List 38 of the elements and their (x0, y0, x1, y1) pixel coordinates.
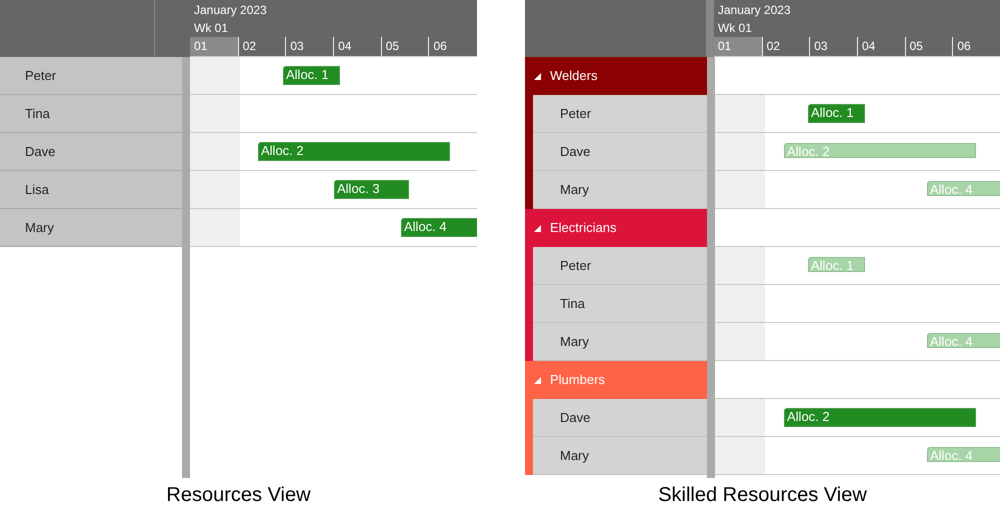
group-row[interactable]: Electricians (525, 209, 707, 247)
expanded-triangle-icon[interactable] (534, 224, 541, 232)
allocation-bar[interactable]: Alloc. 2 (258, 142, 450, 161)
day-label: 05 (380, 37, 428, 56)
group-name: Welders (550, 67, 598, 86)
group-name: Plumbers (550, 371, 605, 390)
resource-row[interactable]: Mary (533, 437, 707, 475)
resource-row[interactable]: Mary (533, 323, 707, 361)
allocation-bar[interactable]: Alloc. 1 (808, 104, 865, 123)
day-label: 02 (238, 37, 286, 56)
resource-row[interactable]: Dave (0, 133, 182, 171)
resource-row[interactable]: Peter (0, 57, 182, 95)
allocation-bar[interactable]: Alloc. 2 (784, 408, 976, 427)
allocation-bar[interactable]: Alloc. 1 (283, 66, 340, 85)
day-label: 05 (904, 37, 952, 56)
week-label: Wk 01 (716, 20, 753, 37)
allocation-bar[interactable]: Alloc. 4 (401, 218, 477, 237)
resource-row[interactable]: Dave (533, 399, 707, 437)
day-label: 01 (714, 37, 762, 56)
day-label: 01 (190, 37, 238, 56)
resource-row[interactable]: Peter (533, 247, 707, 285)
resource-row[interactable]: Mary (0, 209, 182, 247)
view-caption: Skilled Resources View (657, 483, 868, 507)
month-label: January 2023 (193, 2, 268, 19)
resource-row[interactable]: Peter (533, 95, 707, 133)
expanded-triangle-icon[interactable] (534, 72, 541, 80)
group-name: Electricians (550, 219, 616, 238)
view-caption: Resources View (165, 483, 312, 507)
resource-row[interactable]: Dave (533, 133, 707, 171)
resource-row[interactable]: Tina (0, 95, 182, 133)
resource-row[interactable]: Tina (533, 285, 707, 323)
day-label: 02 (762, 37, 810, 56)
resource-row[interactable]: Mary (533, 171, 707, 209)
allocation-bar[interactable]: Alloc. 3 (334, 180, 409, 199)
month-label: January 2023 (716, 2, 792, 19)
resource-row[interactable]: Lisa (0, 171, 182, 209)
week-label: Wk 01 (193, 20, 230, 37)
group-row[interactable]: Welders (525, 57, 707, 95)
